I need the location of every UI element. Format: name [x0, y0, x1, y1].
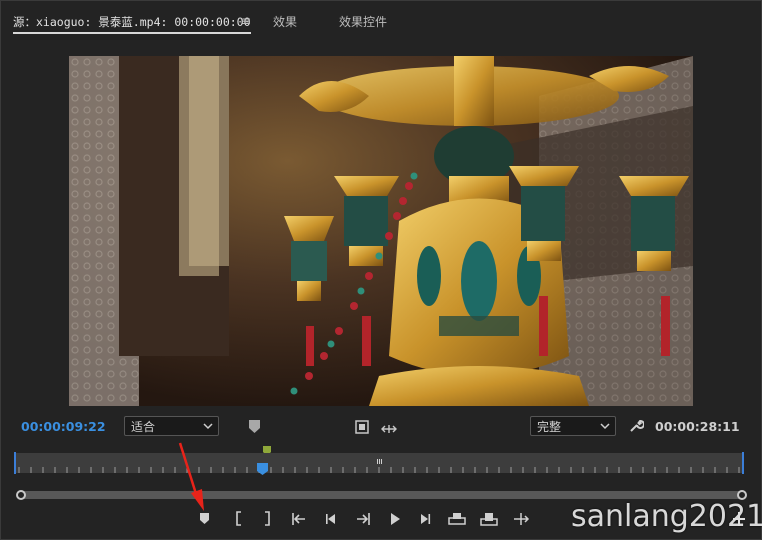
playhead[interactable] [257, 460, 269, 475]
fit-zoom-value: 适合 [131, 420, 156, 434]
play-button[interactable] [385, 509, 405, 529]
step-back-button[interactable] [321, 509, 341, 529]
current-timecode[interactable]: 00:00:09:22 [21, 419, 106, 434]
chevron-down-icon [600, 417, 610, 438]
mark-in-button[interactable] [229, 509, 249, 529]
insert-button[interactable] [447, 509, 467, 529]
ruler-start-bound [14, 452, 16, 474]
tab-effects[interactable]: 效果 [273, 13, 297, 30]
in-point-marker[interactable] [263, 441, 271, 456]
go-to-out-step-button[interactable] [353, 509, 373, 529]
lift-extract-button[interactable] [511, 509, 531, 529]
zoom-scrollbar[interactable] [20, 491, 742, 499]
ruler-ticks [18, 459, 740, 473]
program-source-monitor: 源：xiaoguo: 景泰蓝.mp4: 00:00:00:00 ≡ 效果 效果控… [0, 0, 762, 540]
wrench-icon[interactable] [629, 418, 645, 437]
tab-effect-controls[interactable]: 效果控件 [339, 13, 387, 30]
ruler-end-bound [742, 452, 744, 474]
playback-resolution-select[interactable]: 完整 [530, 416, 616, 436]
red-arrow-annotation [178, 442, 204, 511]
more-buttons-icon[interactable] [730, 509, 748, 533]
marker-icon[interactable] [248, 419, 261, 434]
panel-menu-icon[interactable]: ≡ [241, 14, 251, 28]
chevron-down-icon [203, 417, 213, 438]
overwrite-button[interactable] [479, 509, 499, 529]
tab-source[interactable]: 源：xiaoguo: 景泰蓝.mp4: 00:00:00:00 [13, 14, 251, 30]
film-frame-icon[interactable] [355, 419, 369, 438]
go-to-in-button[interactable] [289, 509, 309, 529]
duration-timecode: 00:00:28:11 [655, 419, 740, 434]
step-forward-button[interactable] [415, 509, 435, 529]
playback-resolution-value: 完整 [537, 420, 562, 434]
video-preview [69, 56, 693, 406]
fit-zoom-select[interactable]: 适合 [124, 416, 219, 436]
arrows-expand-icon[interactable] [381, 420, 397, 439]
mark-out-button[interactable] [257, 509, 277, 529]
active-tab-underline [13, 32, 251, 34]
panel-tab-bar: 源：xiaoguo: 景泰蓝.mp4: 00:00:00:00 ≡ 效果 效果控… [1, 1, 761, 41]
video-frame-image [69, 56, 693, 406]
time-ruler[interactable] [15, 453, 743, 473]
monitor-control-row: 00:00:09:22 适合 完整 00:00:28:11 [1, 414, 761, 438]
zoom-handle-left[interactable] [16, 490, 26, 500]
